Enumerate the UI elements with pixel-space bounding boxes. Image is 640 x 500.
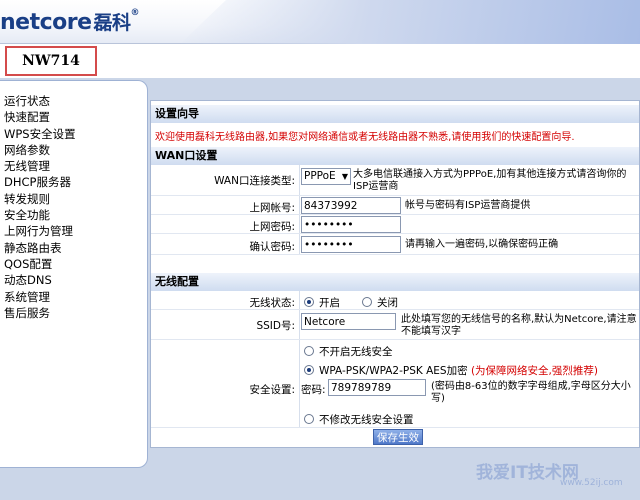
wireless-section-title: 无线配置 (151, 273, 639, 291)
sidebar-item-status[interactable]: 运行状态 (4, 93, 76, 109)
wan-type-select[interactable]: PPPoE ▼ (301, 168, 351, 185)
row-divider (151, 339, 639, 340)
sidebar-item-security[interactable]: 安全功能 (4, 207, 76, 223)
password-label: 上网密码: (249, 221, 295, 233)
account-desc: 帐号与密码有ISP运营商提供 (405, 200, 531, 211)
model-label: NW714 (5, 46, 97, 76)
sidebar-item-dhcp[interactable]: DHCP服务器 (4, 174, 76, 190)
sidebar-item-support[interactable]: 售后服务 (4, 305, 76, 321)
sidebar-item-wps[interactable]: WPS安全设置 (4, 126, 76, 142)
chevron-down-icon: ▼ (341, 172, 348, 181)
ssid-label: SSID号: (256, 320, 295, 332)
sidebar-item-behavior[interactable]: 上网行为管理 (4, 223, 76, 239)
wireless-divider (299, 291, 300, 427)
watermark-url: www.52ij.com (560, 478, 623, 488)
wan-type-value: PPPoE (304, 170, 336, 182)
sidebar-item-system[interactable]: 系统管理 (4, 289, 76, 305)
ssid-input[interactable] (301, 313, 396, 330)
wpa-password-label: 密码: (301, 384, 326, 396)
row-divider (151, 427, 639, 428)
security-wpa-text: WPA-PSK/WPA2-PSK AES加密 (319, 365, 468, 377)
sidebar-item-network[interactable]: 网络参数 (4, 142, 76, 158)
wan-type-desc: 大多电信联通接入方式为PPPoE,加有其他连接方式请咨询你的ISP运营商 (353, 169, 627, 192)
row-divider (151, 195, 639, 196)
wpa-password-desc: (密码由8-63位的数字字母组成,字母区分大小写) (431, 381, 631, 404)
netcore-logo: netcore 磊科® (0, 8, 140, 35)
account-input[interactable] (301, 197, 401, 214)
sidebar-item-forwarding[interactable]: 转发规则 (4, 191, 76, 207)
header-decoration (180, 0, 640, 44)
sidebar-item-static-route[interactable]: 静态路由表 (4, 240, 76, 256)
wireless-on-radio[interactable] (304, 297, 314, 307)
wpa-password-input[interactable] (328, 379, 426, 396)
account-label: 上网帐号: (249, 202, 295, 214)
security-none-label: 不开启无线安全 (319, 346, 393, 358)
sidebar-item-qos[interactable]: QOS配置 (4, 256, 76, 272)
wizard-notice: 欢迎使用磊科无线路由器,如果您对网络通信或者无线路由器不熟悉,请使用我们的快速配… (155, 132, 575, 143)
wireless-on-label: 开启 (319, 297, 340, 309)
password-input[interactable] (301, 216, 401, 233)
save-button[interactable]: 保存生效 (373, 429, 423, 445)
wireless-status-label: 无线状态: (249, 297, 295, 309)
sidebar-item-quick-setup[interactable]: 快速配置 (4, 109, 76, 125)
security-none-radio[interactable] (304, 346, 314, 356)
sidebar: 运行状态 快速配置 WPS安全设置 网络参数 无线管理 DHCP服务器 转发规则… (0, 80, 148, 468)
security-keep-label: 不修改无线安全设置 (319, 414, 414, 426)
content-panel: 设置向导 欢迎使用磊科无线路由器,如果您对网络通信或者无线路由器不熟悉,请使用我… (150, 100, 640, 448)
wireless-off-label: 关闭 (377, 297, 398, 309)
security-keep-radio[interactable] (304, 414, 314, 424)
ssid-desc: 此处填写您的无线信号的名称,默认为Netcore,请注意不能填写汉字 (401, 314, 637, 337)
confirm-desc: 请再输入一遍密码,以确保密码正确 (405, 239, 559, 250)
confirm-password-input[interactable] (301, 236, 401, 253)
sidebar-menu: 运行状态 快速配置 WPS安全设置 网络参数 无线管理 DHCP服务器 转发规则… (4, 93, 76, 321)
row-divider (151, 254, 639, 255)
security-label: 安全设置: (249, 384, 295, 396)
security-wpa-label: WPA-PSK/WPA2-PSK AES加密 (为保障网络安全,强烈推荐) (319, 363, 598, 378)
sidebar-item-ddns[interactable]: 动态DNS (4, 272, 76, 288)
logo-text: netcore (0, 10, 92, 35)
confirm-label: 确认密码: (249, 241, 295, 253)
wireless-off-radio[interactable] (362, 297, 372, 307)
wan-type-label: WAN口连接类型: (214, 175, 295, 187)
header-bar: netcore 磊科® (0, 0, 640, 44)
logo-cn: 磊科 (93, 12, 132, 34)
security-wpa-note: (为保障网络安全,强烈推荐) (470, 365, 598, 377)
wan-divider (299, 165, 300, 255)
sidebar-item-wireless[interactable]: 无线管理 (4, 158, 76, 174)
wizard-title: 设置向导 (151, 105, 639, 123)
security-wpa-radio[interactable] (304, 365, 314, 375)
wan-section-title: WAN口设置 (151, 147, 639, 165)
